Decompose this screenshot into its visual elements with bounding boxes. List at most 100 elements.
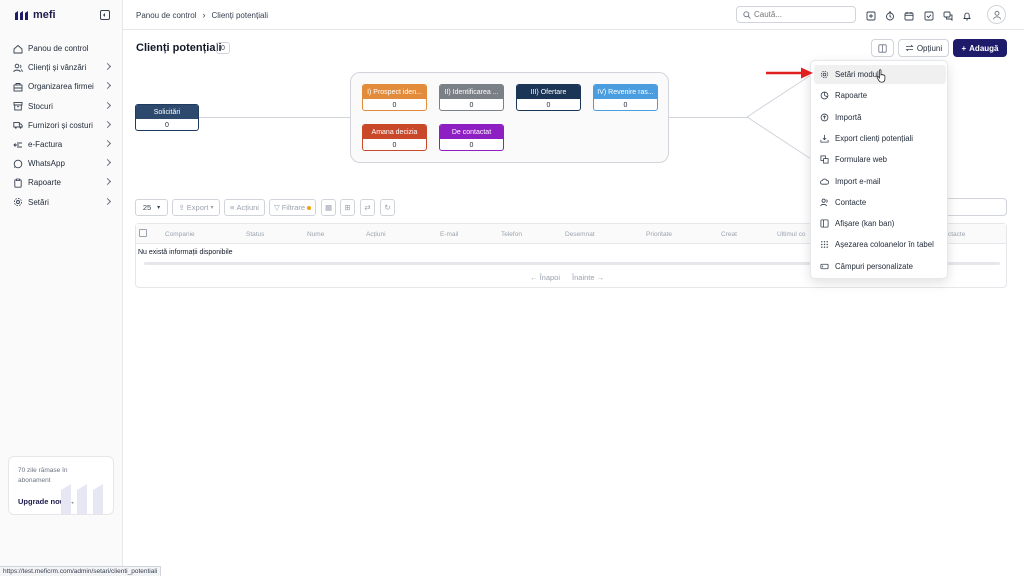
menu-item-custom-fields[interactable]: Câmpuri personalizate bbox=[814, 257, 946, 276]
filter-button[interactable]: ▽ Filtrare bbox=[269, 199, 316, 216]
chevron-right-icon bbox=[103, 197, 112, 205]
sidebar-item-label: Furnizori și costuri bbox=[28, 120, 93, 130]
menu-item-column-layout[interactable]: Așezarea coloanelor în tabel bbox=[814, 235, 946, 254]
bell-icon[interactable] bbox=[961, 9, 974, 22]
expand-button[interactable]: ⊞ bbox=[340, 199, 355, 216]
chevron-right-icon bbox=[103, 101, 112, 109]
sidebar-item-reports[interactable]: Rapoarte bbox=[8, 173, 116, 192]
grid-dots-icon bbox=[820, 240, 829, 249]
menu-item-label: Contacte bbox=[835, 197, 867, 207]
stage-label: Amana decizia bbox=[363, 125, 426, 139]
swap-button[interactable]: ⇄ bbox=[360, 199, 375, 216]
column-header[interactable]: Acțiuni bbox=[366, 231, 386, 238]
sidebar-item-whatsapp[interactable]: WhatsApp bbox=[8, 154, 116, 173]
sidebar: mefi Panou de control Clienți și vânzări… bbox=[0, 0, 123, 576]
page-size-select[interactable]: 25 ▾ bbox=[135, 199, 168, 216]
timer-icon[interactable] bbox=[883, 9, 896, 22]
stage-card[interactable]: II) Identificarea ... 0 bbox=[439, 84, 504, 111]
prev-page-button[interactable]: ← Înapoi bbox=[530, 273, 560, 282]
menu-item-contacts[interactable]: Contacte bbox=[814, 193, 946, 212]
topbar: Panou de control › Clienți potențiali bbox=[123, 0, 1024, 30]
stage-card[interactable]: Amana decizia 0 bbox=[362, 124, 427, 151]
stage-card[interactable]: III) Ofertare 0 bbox=[516, 84, 581, 111]
add-button[interactable]: + Adaugă bbox=[953, 39, 1007, 57]
menu-item-kanban-view[interactable]: Afișare (kan ban) bbox=[814, 214, 946, 233]
menu-item-label: Formulare web bbox=[835, 155, 887, 165]
forms-icon bbox=[820, 155, 829, 164]
user-avatar[interactable] bbox=[987, 5, 1006, 24]
add-box-icon[interactable] bbox=[864, 9, 877, 22]
column-header[interactable]: Status bbox=[246, 231, 264, 238]
kanban-icon bbox=[820, 219, 829, 228]
home-icon bbox=[13, 44, 23, 54]
chevron-right-icon bbox=[103, 139, 112, 147]
actions-button[interactable]: ≡ Acțiuni bbox=[224, 199, 265, 216]
menu-item-import-email[interactable]: Import e-mail bbox=[814, 172, 946, 191]
menu-item-reports[interactable]: Rapoarte bbox=[814, 86, 946, 105]
upload-icon bbox=[820, 113, 829, 122]
truck-icon bbox=[13, 120, 23, 130]
refresh-button[interactable]: ↻ bbox=[380, 199, 395, 216]
breadcrumb-current: Clienți potențiali bbox=[211, 10, 268, 20]
stage-card[interactable]: IV) Revenire ras... 0 bbox=[593, 84, 658, 111]
sidebar-item-label: Panou de control bbox=[28, 44, 89, 54]
options-button[interactable]: Opțiuni bbox=[898, 39, 949, 57]
column-header[interactable]: Companie bbox=[165, 231, 195, 238]
column-header[interactable]: Telefon bbox=[501, 231, 522, 238]
menu-item-web-forms[interactable]: Formulare web bbox=[814, 150, 946, 169]
funnel-source-card[interactable]: Solicitări 0 bbox=[135, 104, 199, 131]
gear-icon bbox=[13, 197, 23, 207]
search-input[interactable] bbox=[754, 10, 844, 19]
sidebar-nav: Panou de control Clienți și vânzări Orga… bbox=[8, 39, 116, 212]
menu-item-import[interactable]: Importă bbox=[814, 108, 946, 127]
tasks-check-icon[interactable] bbox=[922, 9, 935, 22]
page-size-value: 25 bbox=[142, 203, 152, 212]
funnel-branches bbox=[746, 74, 812, 160]
sidebar-item-e-factura[interactable]: e-Factura bbox=[8, 135, 116, 154]
chevron-right-icon: › bbox=[202, 10, 206, 20]
export-icon: ⇪ bbox=[178, 203, 185, 212]
calendar-icon[interactable] bbox=[903, 9, 916, 22]
upgrade-card: 70 zile rămase în abonament Upgrade now … bbox=[8, 456, 114, 515]
sidebar-item-suppliers[interactable]: Furnizori și costuri bbox=[8, 116, 116, 135]
sidebar-item-label: Setări bbox=[28, 197, 49, 207]
sidebar-item-organization[interactable]: Organizarea firmei bbox=[8, 77, 116, 96]
download-icon bbox=[820, 134, 829, 143]
breadcrumb-dashboard[interactable]: Panou de control bbox=[136, 11, 197, 20]
column-header[interactable]: E-mail bbox=[440, 231, 458, 238]
funnel-source-value: 0 bbox=[165, 121, 169, 129]
sidebar-item-label: Rapoarte bbox=[28, 178, 61, 188]
stage-card[interactable]: I) Prospect iden... 0 bbox=[362, 84, 427, 111]
next-page-button[interactable]: Înainte → bbox=[572, 273, 604, 282]
column-header[interactable]: ctacte bbox=[948, 231, 965, 238]
stage-label: III) Ofertare bbox=[517, 85, 580, 99]
chevron-right-icon bbox=[103, 63, 112, 71]
sidebar-item-settings[interactable]: Setări bbox=[8, 193, 116, 212]
layout-toggle-button[interactable] bbox=[871, 39, 894, 57]
app-logo[interactable]: mefi bbox=[14, 9, 56, 21]
column-header[interactable]: Creat bbox=[721, 231, 737, 238]
arrows-swap-icon bbox=[905, 44, 914, 52]
stage-card[interactable]: De contactat 0 bbox=[439, 124, 504, 151]
table-search-input[interactable] bbox=[940, 198, 1007, 216]
export-button[interactable]: ⇪ Export ▾ bbox=[172, 199, 220, 216]
column-toggle-button[interactable]: ▦ bbox=[321, 199, 336, 216]
chat-icon[interactable] bbox=[942, 9, 955, 22]
stage-label: De contactat bbox=[440, 125, 503, 139]
sidebar-item-stocks[interactable]: Stocuri bbox=[8, 97, 116, 116]
column-header[interactable]: Desemnat bbox=[565, 231, 595, 238]
list-icon: ≡ bbox=[230, 203, 235, 212]
column-header[interactable]: Prioritate bbox=[646, 231, 672, 238]
export-label: Export bbox=[186, 203, 209, 212]
column-header[interactable]: Ultimul co bbox=[777, 231, 806, 238]
box-icon bbox=[13, 101, 23, 111]
sidebar-item-dashboard[interactable]: Panou de control bbox=[8, 39, 116, 58]
pie-chart-icon bbox=[820, 91, 829, 100]
funnel-stages-panel: I) Prospect iden... 0 II) Identificarea … bbox=[350, 72, 669, 163]
sidebar-item-clients-sales[interactable]: Clienți și vânzări bbox=[8, 58, 116, 77]
menu-item-export-leads[interactable]: Export clienți potențiali bbox=[814, 129, 946, 148]
search-box[interactable] bbox=[736, 6, 856, 23]
column-header[interactable]: Nume bbox=[307, 231, 324, 238]
collapse-sidebar-icon[interactable] bbox=[100, 10, 110, 20]
select-all-checkbox[interactable] bbox=[139, 229, 147, 237]
